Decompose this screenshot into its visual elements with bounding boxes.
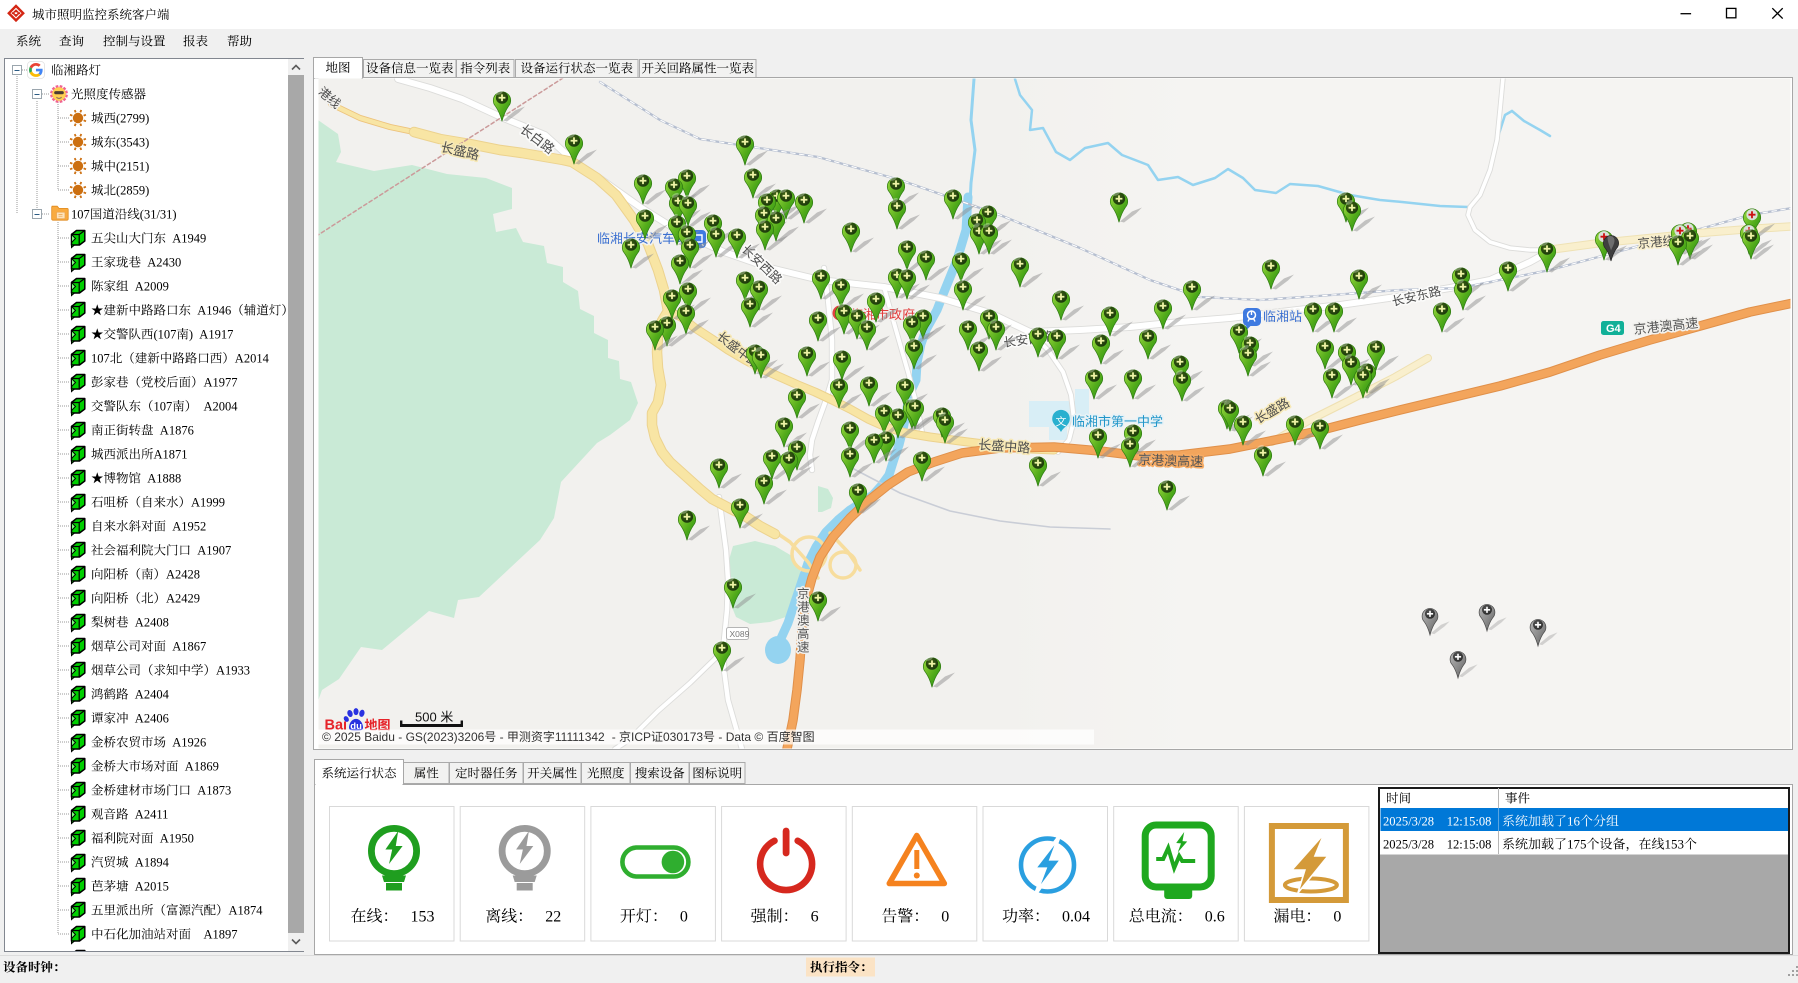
svg-text:107: 107 bbox=[71, 208, 90, 222]
svg-text:A2014: A2014 bbox=[235, 352, 270, 366]
svg-text:A2430: A2430 bbox=[147, 256, 181, 270]
svg-text:A2015: A2015 bbox=[135, 880, 169, 894]
svg-text:153: 153 bbox=[411, 909, 435, 926]
svg-text:A1917: A1917 bbox=[199, 328, 233, 342]
svg-text:0.6: 0.6 bbox=[1205, 909, 1225, 926]
svg-text:(107: (107 bbox=[154, 328, 177, 342]
svg-text:G4: G4 bbox=[1606, 323, 1622, 335]
svg-text:A1926: A1926 bbox=[172, 736, 206, 750]
svg-text:A1869: A1869 bbox=[185, 760, 219, 774]
svg-text:A1949: A1949 bbox=[172, 232, 206, 246]
svg-text:(2799): (2799) bbox=[116, 112, 149, 126]
svg-text:175: 175 bbox=[1567, 837, 1587, 852]
svg-text:X089: X089 bbox=[730, 629, 750, 639]
svg-text:0.04: 0.04 bbox=[1062, 909, 1090, 926]
svg-text:A2404: A2404 bbox=[135, 688, 170, 702]
svg-text:-: - bbox=[398, 730, 402, 744]
svg-text:A1977: A1977 bbox=[204, 376, 238, 390]
svg-text:A1999: A1999 bbox=[191, 496, 225, 510]
svg-text:A1894: A1894 bbox=[135, 856, 170, 870]
svg-text:030173: 030173 bbox=[663, 730, 703, 744]
svg-text:0: 0 bbox=[1333, 909, 1341, 926]
svg-text:A1950: A1950 bbox=[160, 832, 194, 846]
svg-text:22: 22 bbox=[545, 909, 561, 926]
svg-text:A1874: A1874 bbox=[229, 904, 264, 918]
svg-text:2025/3/28: 2025/3/28 bbox=[1383, 838, 1434, 852]
svg-text:A2004: A2004 bbox=[204, 400, 239, 414]
svg-text:(2859): (2859) bbox=[116, 184, 149, 198]
svg-text:107: 107 bbox=[154, 400, 173, 414]
svg-text:12:15:08: 12:15:08 bbox=[1447, 815, 1492, 829]
svg-text:11111342: 11111342 bbox=[555, 730, 605, 744]
svg-text:2025/3/28: 2025/3/28 bbox=[1383, 815, 1434, 829]
svg-text:Data: Data bbox=[726, 730, 752, 744]
svg-text:12:15:08: 12:15:08 bbox=[1447, 838, 1492, 852]
svg-text:A1888: A1888 bbox=[147, 472, 181, 486]
svg-text:-: - bbox=[612, 730, 616, 744]
svg-text:A2408: A2408 bbox=[135, 616, 169, 630]
svg-text:A1897: A1897 bbox=[204, 928, 238, 942]
svg-text:©: © bbox=[754, 730, 763, 744]
svg-text:A1946: A1946 bbox=[197, 304, 231, 318]
svg-text:500: 500 bbox=[415, 710, 437, 725]
svg-text:107: 107 bbox=[91, 352, 110, 366]
svg-text:(2151): (2151) bbox=[116, 160, 149, 174]
svg-text:A2411: A2411 bbox=[135, 808, 169, 822]
svg-text:A2406: A2406 bbox=[135, 712, 169, 726]
svg-text:©: © bbox=[322, 730, 331, 744]
svg-text:A1873: A1873 bbox=[197, 784, 231, 798]
svg-text:A2429: A2429 bbox=[166, 592, 200, 606]
svg-text:A1952: A1952 bbox=[172, 520, 206, 534]
svg-text:ICP: ICP bbox=[631, 730, 651, 744]
svg-text:A1876: A1876 bbox=[160, 424, 194, 438]
svg-text:153: 153 bbox=[1665, 837, 1685, 852]
svg-text:): ) bbox=[189, 328, 193, 342]
svg-text:6: 6 bbox=[811, 909, 819, 926]
svg-text:(31/31): (31/31) bbox=[140, 208, 177, 222]
svg-text:A2009: A2009 bbox=[135, 280, 169, 294]
svg-text:A1867: A1867 bbox=[172, 640, 206, 654]
svg-text:A1933: A1933 bbox=[216, 664, 250, 678]
svg-text:A1871: A1871 bbox=[154, 448, 188, 462]
svg-text:16: 16 bbox=[1567, 814, 1581, 829]
svg-text:GS(2023)3206: GS(2023)3206 bbox=[406, 730, 485, 744]
svg-text:-: - bbox=[718, 730, 722, 744]
svg-text:(3543): (3543) bbox=[116, 136, 149, 150]
svg-text:0: 0 bbox=[941, 909, 949, 926]
svg-text:A2428: A2428 bbox=[166, 568, 200, 582]
svg-text:A1907: A1907 bbox=[197, 544, 231, 558]
svg-text:-: - bbox=[500, 730, 504, 744]
svg-text:0: 0 bbox=[680, 909, 688, 926]
svg-text:Baidu: Baidu bbox=[364, 730, 395, 744]
svg-text:2025: 2025 bbox=[334, 730, 361, 744]
